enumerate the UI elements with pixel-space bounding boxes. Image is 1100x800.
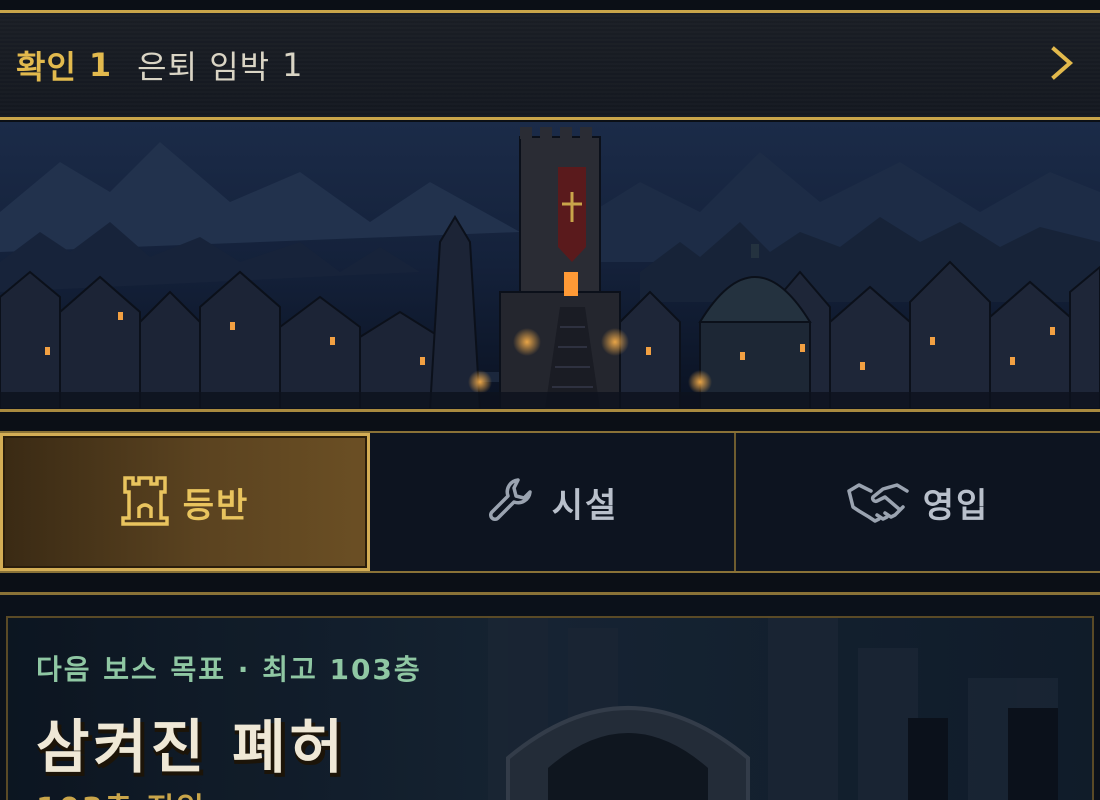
tab-facilities[interactable]: 시설 [370,433,736,571]
notice-confirm-label: 확인 [16,48,77,86]
notice-confirm-count: 1 [88,46,112,84]
banner-art [0,122,1100,409]
notice-message-count: 1 [282,46,303,84]
tab-recruit-label: 영입 [922,485,990,526]
boss-name: 삼켜진 폐허 [36,713,347,781]
tab-recruit[interactable]: 영입 [736,433,1100,571]
boss-subtitle: 다음 보스 목표 · 최고 103층 [36,653,422,686]
castle-tower-icon [120,474,169,530]
handshake-icon [846,477,909,527]
notice-bar[interactable]: 확인 1 은퇴 임박 1 [0,10,1100,120]
tab-climb-label: 등반 [182,485,250,526]
castle-town-banner [0,122,1100,412]
wrench-icon [486,474,538,530]
main-tabs: 등반 시설 영입 [0,431,1100,573]
boss-panel[interactable]: 다음 보스 목표 · 최고 103층 삼켜진 폐허 103층 진입 [6,616,1094,800]
boss-extra-info: 103층 진입 [36,784,206,800]
app-screen: 확인 1 은퇴 임박 1 등반 시설 영입 다음 보스 목표 · 최고 103층… [0,0,1100,800]
chevron-right-icon[interactable] [1050,45,1074,85]
notice-message: 은퇴 임박 [137,48,271,86]
tab-climb[interactable]: 등반 [0,433,370,571]
tab-facilities-label: 시설 [551,485,619,526]
